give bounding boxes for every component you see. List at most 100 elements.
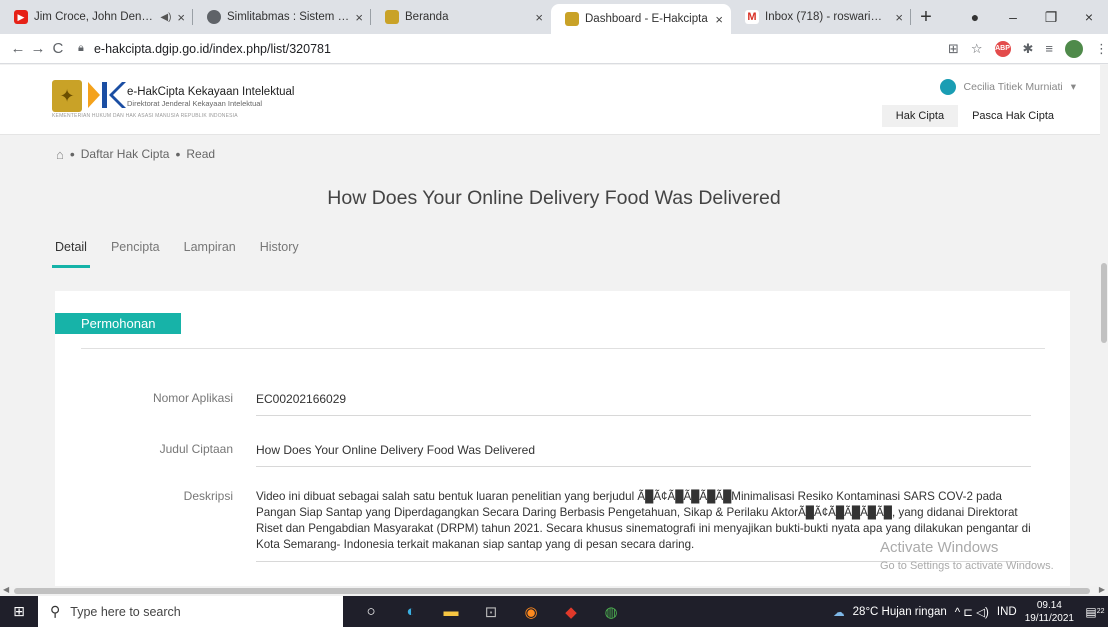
restore-button[interactable]: ❐ [1032,9,1070,26]
extensions-puzzle-icon[interactable]: ✱ [1023,41,1034,57]
close-icon[interactable]: × [895,10,903,25]
gmail-icon: M [745,10,759,24]
globe-icon [207,10,221,24]
garuda-emblem-icon[interactable]: ✦ [52,80,82,112]
tab-history[interactable]: History [260,240,299,268]
tab-label: Jim Croce, John Denver, [34,11,157,23]
weather-icon[interactable]: ☁ [833,605,845,619]
chevron-down-icon: ▾ [1070,81,1076,93]
browser-tab-simlitabmas[interactable]: Simlitabmas : Sistem Informa × [193,0,371,34]
browser-toolbar: ← → C 🔒︎ e-hakcipta.dgip.go.id/index.php… [0,34,1108,64]
dki-logo-icon[interactable] [86,78,126,112]
tab-detail[interactable]: Detail [52,240,90,268]
acrobat-icon[interactable]: ◆ [551,596,591,627]
logo-title: e-HakCipta Kekayaan Intelektual [127,86,295,98]
reload-button[interactable]: C [48,40,68,57]
breadcrumb: ⌂ • Daftar Hak Cipta • Read [56,146,215,162]
tab-label: Simlitabmas : Sistem Informa [227,11,350,23]
speaker-icon[interactable]: ◀) [160,12,171,23]
watermark-title: Activate Windows [880,539,999,556]
field-value-judul-ciptaan: How Does Your Online Delivery Food Was D… [256,442,1031,467]
file-explorer-icon[interactable]: ▬ [431,596,471,627]
clock[interactable]: 09.14 19/11/2021 [1025,599,1074,625]
task-view-icon[interactable]: ○ [351,596,391,627]
menu-item-pasca-hak-cipta[interactable]: Pasca Hak Cipta [958,105,1068,127]
garuda-icon [565,12,579,26]
translate-icon[interactable]: ⊞ [948,41,959,57]
search-placeholder: Type here to search [70,604,181,619]
close-icon[interactable]: × [715,12,723,27]
field-label: Judul Ciptaan [159,442,233,456]
store-icon[interactable]: ⊡ [471,596,511,627]
breadcrumb-separator: • [175,146,181,162]
activate-windows-watermark: Activate Windows Go to Settings to activ… [880,539,1054,572]
garuda-icon [385,10,399,24]
field-label: Nomor Aplikasi [152,391,233,405]
breadcrumb-daftar-hak-cipta[interactable]: Daftar Hak Cipta [81,147,170,161]
scroll-right-icon[interactable]: ▶ [1099,585,1105,594]
home-icon[interactable]: ⌂ [56,147,64,162]
browser-tabstrip: ▶ Jim Croce, John Denver, ◀) × Simlitabm… [0,0,1108,34]
clock-time: 09.14 [1036,599,1062,611]
browser-tab-beranda[interactable]: Beranda × [371,0,551,34]
logo-text: e-HakCipta Kekayaan Intelektual Direktor… [127,86,295,108]
browser-tab-gmail[interactable]: M Inbox (718) - roswari@unika × [731,0,911,34]
page-title: How Does Your Online Delivery Food Was D… [327,187,781,209]
tray-icons[interactable]: ^ ⊏ ◁) [955,605,989,619]
tab-label: Inbox (718) - roswari@unika [765,11,889,23]
avatar [939,79,956,95]
scroll-left-icon[interactable]: ◀ [3,585,9,594]
close-icon[interactable]: × [535,10,543,25]
language-indicator[interactable]: IND [997,606,1017,618]
detail-tabs: Detail Pencipta Lampiran History [52,240,299,268]
firefox-icon[interactable]: ◉ [511,596,551,627]
close-icon[interactable]: × [355,10,363,25]
tab-label: Beranda [405,11,449,23]
back-button[interactable]: ← [8,40,28,57]
scroll-thumb[interactable] [1101,263,1107,343]
url-text: e-hakcipta.dgip.go.id/index.php/list/320… [93,41,331,56]
edge-icon[interactable]: ◐ [391,596,431,627]
close-icon[interactable]: × [177,10,185,25]
field-label: Deskripsi [183,489,233,503]
profile-avatar-icon[interactable] [1065,39,1084,58]
more-menu-icon[interactable]: ⋮ [1095,41,1108,57]
chrome-icon[interactable]: ◍ [591,596,631,627]
window-controls: ● – ❐ × [956,0,1108,34]
taskbar-search[interactable]: ⚲ Type here to search [38,596,343,627]
site-header: ✦ e-HakCipta Kekayaan Intelektual Direkt… [0,65,1108,135]
profile-dot-icon[interactable]: ● [956,9,994,25]
tab-lampiran[interactable]: Lampiran [184,240,236,268]
reading-list-icon[interactable]: ≡ [1045,41,1053,56]
notification-center-icon[interactable]: ▤ 22 [1082,596,1108,627]
scroll-thumb[interactable] [14,588,1090,594]
user-menu[interactable]: Cecilia Titiek Murniati ▾ [939,79,1076,95]
taskbar-apps: ○ ◐ ▬ ⊡ ◉ ◆ ◍ [351,596,631,627]
browser-tab-dashboard[interactable]: Dashboard - E-Hakcipta × [551,4,731,34]
extensions-area: ⊞ ☆ ABP ✱ ≡ ⋮ [948,39,1108,58]
windows-start-icon[interactable]: ⊞ [0,603,38,620]
bookmark-star-icon[interactable]: ☆ [971,41,983,57]
new-tab-button[interactable]: + [911,0,941,34]
menu-item-hak-cipta[interactable]: Hak Cipta [881,105,959,127]
weather-text[interactable]: 28°C Hujan ringan [853,606,947,618]
tab-pencipta[interactable]: Pencipta [111,240,160,268]
youtube-icon: ▶ [14,10,28,24]
user-name: Cecilia Titiek Murniati [963,81,1063,93]
browser-tab-youtube[interactable]: ▶ Jim Croce, John Denver, ◀) × [0,0,193,34]
section-badge-permohonan: Permohonan [55,313,182,334]
notification-icon: ▤ [1085,604,1097,619]
main-menu: Hak Cipta Pasca Hak Cipta [881,105,1068,127]
lock-icon[interactable]: 🔒︎ [78,42,94,55]
horizontal-scrollbar[interactable]: ◀ ▶ [0,585,1108,596]
forward-button[interactable]: → [28,40,48,57]
divider [81,348,1045,349]
system-tray: ☁ 28°C Hujan ringan ^ ⊏ ◁) IND 09.14 19/… [833,596,1108,627]
address-bar[interactable]: 🔒︎ e-hakcipta.dgip.go.id/index.php/list/… [78,37,940,61]
windows-taskbar: ⊞ ⚲ Type here to search ○ ◐ ▬ ⊡ ◉ ◆ ◍ ☁ … [0,596,1108,627]
vertical-scrollbar[interactable] [1100,65,1108,585]
adblock-icon[interactable]: ABP [994,40,1011,57]
minimize-button[interactable]: – [994,9,1032,25]
clock-date: 19/11/2021 [1024,612,1074,624]
close-window-button[interactable]: × [1070,9,1108,25]
